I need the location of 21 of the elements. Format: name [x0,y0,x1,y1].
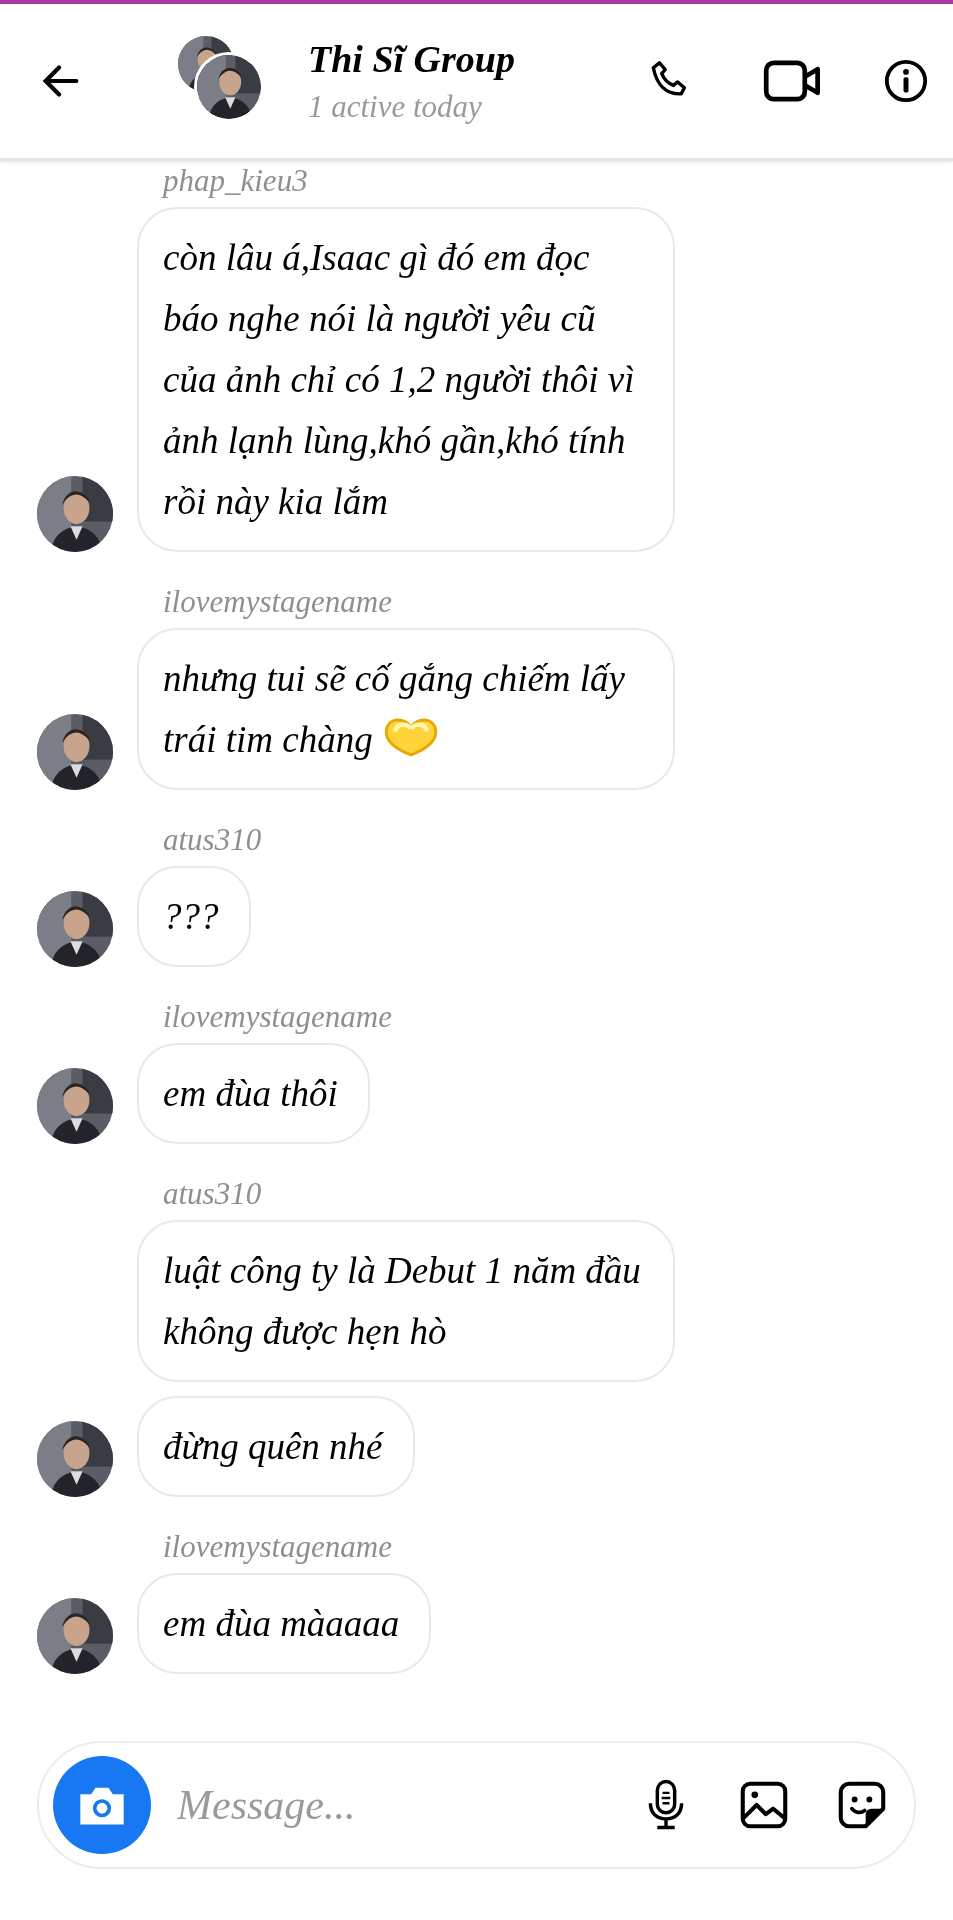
message-bubble: em đùa thôi [137,1043,370,1144]
video-camera-icon[interactable] [763,58,823,104]
message-bubble: đừng quên nhé [137,1396,415,1497]
info-icon[interactable] [883,58,929,104]
message-bubble: còn lâu á,Isaac gì đó em đọc báo nghe nói là người yêu cũ của ảnh chỉ có 1,2 người thôi vì ảnh lạnh lùng,khó gần,khó tính rồi này kia lắm [137,207,675,552]
sender-name: ilovemystagename [163,998,393,1036]
active-status: 1 active today [308,89,483,125]
message-bubble: em đùa màaaaa [137,1573,432,1674]
image-icon[interactable] [740,1779,788,1831]
message-bubble: nhưng tui sẽ cố gắng chiếm lấy trái tim chàng [137,628,675,790]
chat-title: Thi Sĩ Group [308,37,516,81]
message-field[interactable]: Message... [175,1780,592,1830]
message-bubble: ??? [137,866,251,967]
camera-button[interactable] [53,1756,151,1854]
sticker-icon[interactable] [838,1779,886,1831]
sender-name: atus310 [163,1175,263,1213]
message-bubble: luật công ty là Debut 1 năm đầu không được hẹn hò [137,1220,675,1382]
sender-name: ilovemystagename [163,1528,393,1566]
sender-name: phap_kieu3 [163,162,309,200]
sender-name: ilovemystagename [163,583,393,621]
sender-name: atus310 [163,821,263,859]
